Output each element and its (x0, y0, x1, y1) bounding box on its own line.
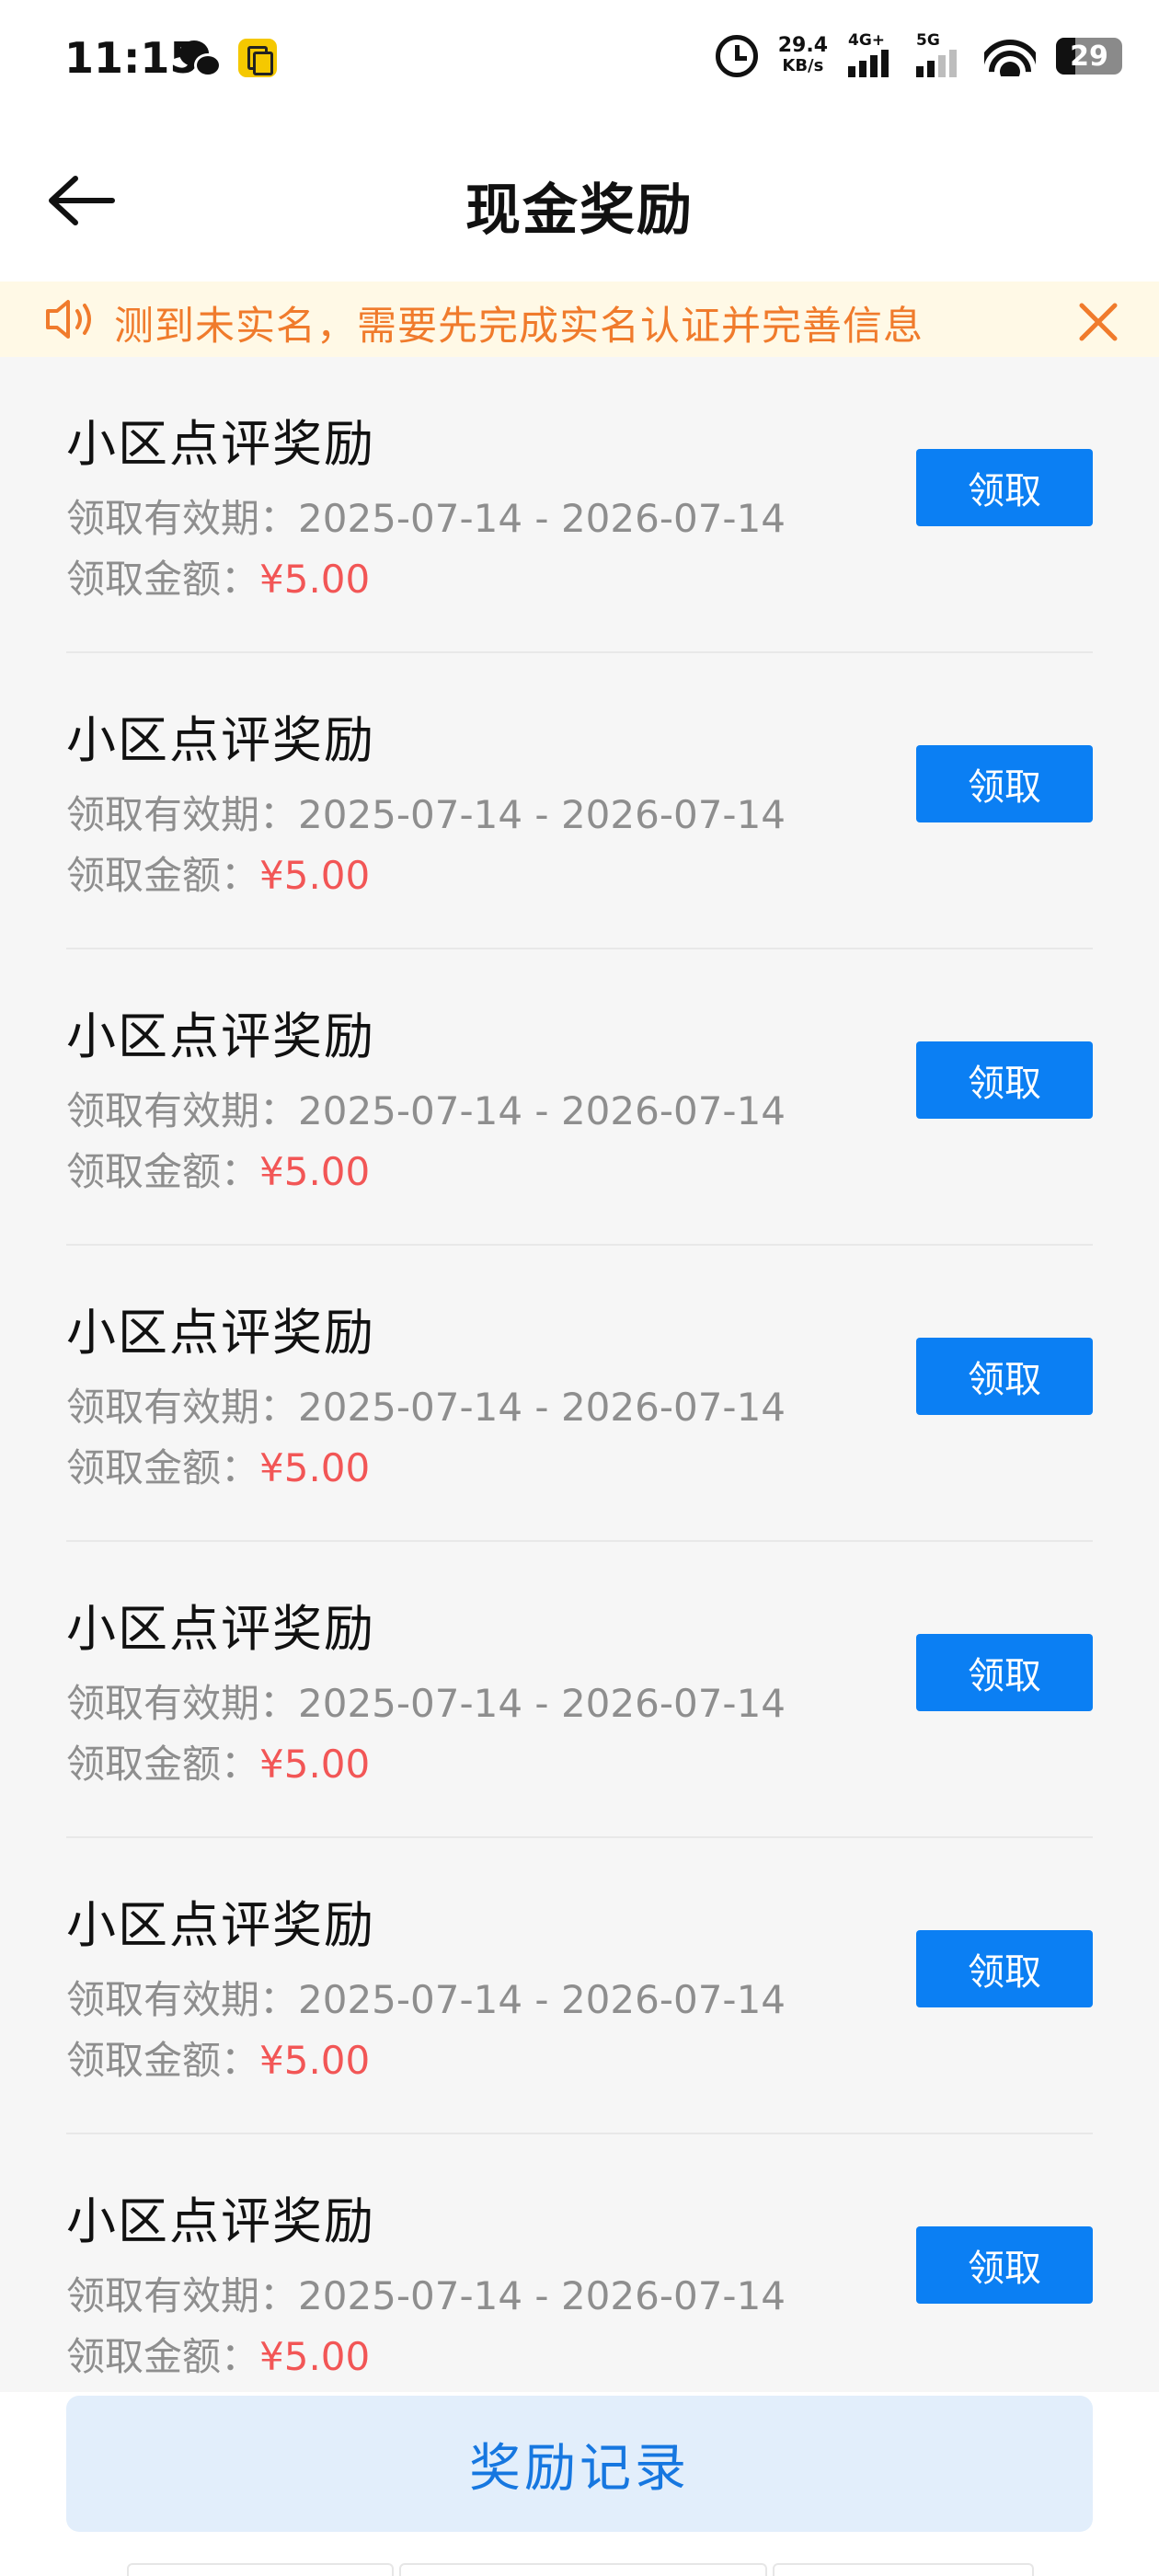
reward-amount-row: 领取金额：¥5.00 (66, 845, 370, 901)
reward-amount-value: ¥5.00 (259, 557, 371, 602)
reward-title: 小区点评奖励 (66, 711, 375, 769)
reward-amount-label: 领取金额： (66, 853, 260, 898)
bottom-tab-strip (127, 2563, 1034, 2576)
claim-button[interactable]: 领取 (916, 449, 1093, 526)
close-icon[interactable] (1078, 302, 1119, 342)
claim-button[interactable]: 领取 (916, 1041, 1093, 1119)
reward-title: 小区点评奖励 (66, 1304, 375, 1362)
notice-text: 测到未实名，需要先完成实名认证并完善信息 (114, 304, 924, 350)
speaker-icon (46, 300, 91, 339)
reward-amount-row: 领取金额：¥5.00 (66, 1141, 370, 1197)
signal-5g-icon: 5G (916, 31, 964, 77)
reward-validity: 领取有效期：2025-07-14 - 2026-07-14 (66, 1681, 786, 1726)
reward-item: 小区点评奖励 领取有效期：2025-07-14 - 2026-07-14 领取金… (0, 1246, 1159, 1542)
reward-item: 小区点评奖励 领取有效期：2025-07-14 - 2026-07-14 领取金… (0, 2134, 1159, 2431)
reward-title: 小区点评奖励 (66, 415, 375, 473)
reward-amount-label: 领取金额： (66, 2334, 260, 2379)
network-speed-unit: KB/s (782, 56, 824, 75)
wifi-icon (984, 36, 1036, 76)
reward-amount-label: 领取金额： (66, 557, 260, 602)
system-indicators: 29.4 KB/s 4G+ 5G 29 (715, 31, 1122, 77)
battery-level: 29 (1070, 40, 1108, 73)
reward-title: 小区点评奖励 (66, 1896, 375, 1954)
reward-amount-label: 领取金额： (66, 1149, 260, 1194)
reward-amount-label: 领取金额： (66, 1445, 260, 1490)
reward-item: 小区点评奖励 领取有效期：2025-07-14 - 2026-07-14 领取金… (0, 1542, 1159, 1838)
reward-item: 小区点评奖励 领取有效期：2025-07-14 - 2026-07-14 领取金… (0, 1838, 1159, 2134)
notice-bar: 测到未实名，需要先完成实名认证并完善信息 (0, 282, 1159, 357)
signal-4g-label: 4G+ (848, 31, 886, 50)
network-speed: 29.4 KB/s (778, 36, 828, 76)
reward-amount-value: ¥5.00 (259, 2038, 371, 2083)
network-speed-value: 29.4 (777, 34, 828, 57)
reward-amount-row: 领取金额：¥5.00 (66, 2030, 370, 2086)
reward-record-button[interactable]: 奖励记录 (66, 2396, 1093, 2532)
reward-amount-row: 领取金额：¥5.00 (66, 2326, 370, 2382)
header: 现金奖励 (0, 120, 1159, 282)
claim-button[interactable]: 领取 (916, 1338, 1093, 1415)
reward-amount-value: ¥5.00 (259, 853, 371, 898)
reward-title: 小区点评奖励 (66, 2192, 375, 2250)
reward-amount-value: ¥5.00 (259, 1445, 371, 1490)
notification-icons (179, 39, 277, 79)
bottom-area: 奖励记录 (0, 2392, 1159, 2576)
claim-button[interactable]: 领取 (916, 745, 1093, 822)
reward-validity: 领取有效期：2025-07-14 - 2026-07-14 (66, 1977, 786, 2022)
reward-amount-row: 领取金额：¥5.00 (66, 1437, 370, 1493)
reward-amount-label: 领取金额： (66, 1742, 260, 1787)
reward-amount-value: ¥5.00 (259, 1149, 371, 1194)
claim-button[interactable]: 领取 (916, 1634, 1093, 1711)
reward-validity: 领取有效期：2025-07-14 - 2026-07-14 (66, 792, 786, 837)
reward-title: 小区点评奖励 (66, 1600, 375, 1658)
claim-button[interactable]: 领取 (916, 2226, 1093, 2304)
reward-item: 小区点评奖励 领取有效期：2025-07-14 - 2026-07-14 领取金… (0, 357, 1159, 653)
reward-list: 小区点评奖励 领取有效期：2025-07-14 - 2026-07-14 领取金… (0, 357, 1159, 2431)
reward-validity: 领取有效期：2025-07-14 - 2026-07-14 (66, 1088, 786, 1133)
reward-validity: 领取有效期：2025-07-14 - 2026-07-14 (66, 496, 786, 541)
reward-validity: 领取有效期：2025-07-14 - 2026-07-14 (66, 1385, 786, 1430)
reward-amount-row: 领取金额：¥5.00 (66, 1733, 370, 1789)
reward-title: 小区点评奖励 (66, 1007, 375, 1065)
claim-button[interactable]: 领取 (916, 1930, 1093, 2007)
reward-amount-row: 领取金额：¥5.00 (66, 548, 370, 604)
reward-amount-value: ¥5.00 (259, 2334, 371, 2379)
reward-amount-value: ¥5.00 (259, 1742, 371, 1787)
page-title: 现金奖励 (465, 178, 694, 243)
alarm-icon (715, 35, 758, 77)
wechat-icon (179, 39, 222, 79)
battery-icon: 29 (1056, 38, 1122, 75)
signal-4g-icon: 4G+ (848, 31, 896, 77)
reward-item: 小区点评奖励 领取有效期：2025-07-14 - 2026-07-14 领取金… (0, 653, 1159, 949)
signal-5g-label: 5G (916, 31, 940, 50)
reward-amount-label: 领取金额： (66, 2038, 260, 2083)
status-bar: 11:15 29.4 KB/s 4G+ 5G 29 (0, 0, 1159, 120)
reward-item: 小区点评奖励 领取有效期：2025-07-14 - 2026-07-14 领取金… (0, 949, 1159, 1246)
clipboard-icon (238, 39, 277, 77)
reward-validity: 领取有效期：2025-07-14 - 2026-07-14 (66, 2273, 786, 2318)
